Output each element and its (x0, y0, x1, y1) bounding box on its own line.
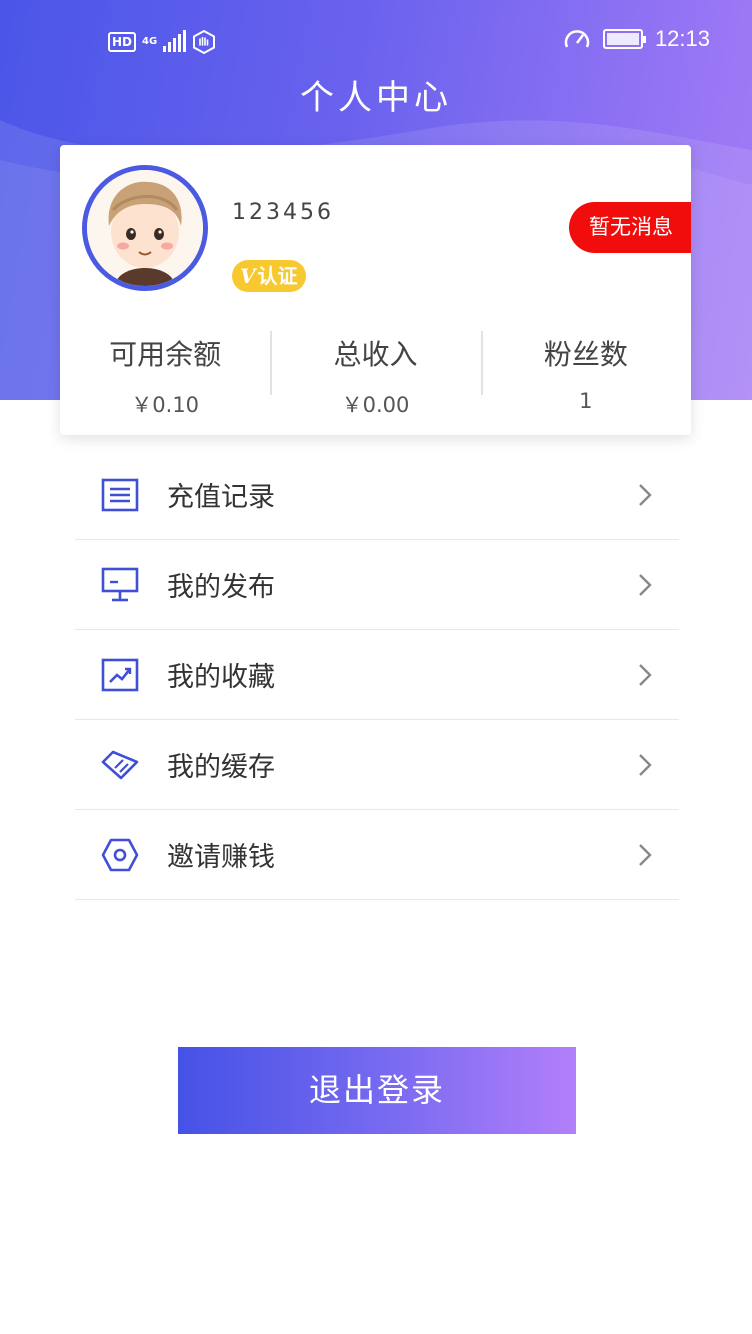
stat-total-income[interactable]: 总收入 ￥0.00 (270, 327, 480, 417)
stat-value: ￥0.00 (341, 393, 410, 417)
username: 123456 (232, 200, 334, 225)
chart-icon (99, 654, 141, 696)
hexagon-icon (99, 834, 141, 876)
chevron-right-icon (639, 574, 652, 596)
status-right: 12:13 (563, 26, 710, 52)
battery-icon (602, 29, 646, 49)
profile-card: 123456 V 认证 暂无消息 可用余额 ￥0.10 总收入 ￥0.00 粉丝数… (60, 145, 691, 435)
hand-icon (193, 30, 216, 54)
tag-icon (99, 744, 141, 786)
menu-list: 充值记录 我的发布 我的收藏 我的缓存 邀请赚钱 (75, 450, 679, 900)
network-type: 4G (142, 36, 158, 47)
hd-icon: HD (108, 32, 137, 52)
avatar-illustration (87, 170, 203, 286)
menu-item-label: 我的发布 (167, 572, 275, 603)
page-title: 个人中心 (300, 78, 452, 118)
signal-icon (163, 30, 187, 52)
menu-item-invite-earn[interactable]: 邀请赚钱 (75, 810, 679, 900)
status-left: HD 4G (108, 30, 216, 54)
list-icon (99, 474, 141, 516)
stat-label: 总收入 (333, 338, 418, 371)
menu-item-label: 我的收藏 (167, 662, 275, 693)
chevron-right-icon (639, 754, 652, 776)
menu-item-label: 我的缓存 (167, 752, 275, 783)
verified-badge: V 认证 (232, 260, 306, 292)
stats-row: 可用余额 ￥0.10 总收入 ￥0.00 粉丝数 1 (60, 327, 691, 417)
menu-item-label: 充值记录 (167, 482, 275, 513)
verified-v-icon: V (240, 264, 256, 288)
verified-label: 认证 (257, 264, 298, 288)
message-badge[interactable]: 暂无消息 (569, 202, 691, 253)
stat-followers[interactable]: 粉丝数 1 (480, 327, 691, 417)
stat-value: 1 (579, 389, 593, 413)
clock: 12:13 (654, 26, 710, 51)
menu-item-my-posts[interactable]: 我的发布 (75, 540, 679, 630)
chevron-right-icon (639, 844, 652, 866)
stat-value: ￥0.10 (131, 393, 200, 417)
avatar[interactable] (82, 165, 208, 291)
stat-balance[interactable]: 可用余额 ￥0.10 (60, 327, 270, 417)
monitor-icon (99, 564, 141, 606)
menu-item-cache[interactable]: 我的缓存 (75, 720, 679, 810)
logout-button[interactable]: 退出登录 (178, 1047, 576, 1134)
status-bar: HD 4G 12:13 (0, 22, 752, 66)
speedometer-icon (564, 30, 590, 48)
menu-item-favorites[interactable]: 我的收藏 (75, 630, 679, 720)
menu-item-recharge-records[interactable]: 充值记录 (75, 450, 679, 540)
chevron-right-icon (639, 484, 652, 506)
chevron-right-icon (639, 664, 652, 686)
stat-label: 可用余额 (109, 338, 222, 371)
stat-label: 粉丝数 (543, 338, 628, 371)
menu-item-label: 邀请赚钱 (167, 842, 275, 873)
